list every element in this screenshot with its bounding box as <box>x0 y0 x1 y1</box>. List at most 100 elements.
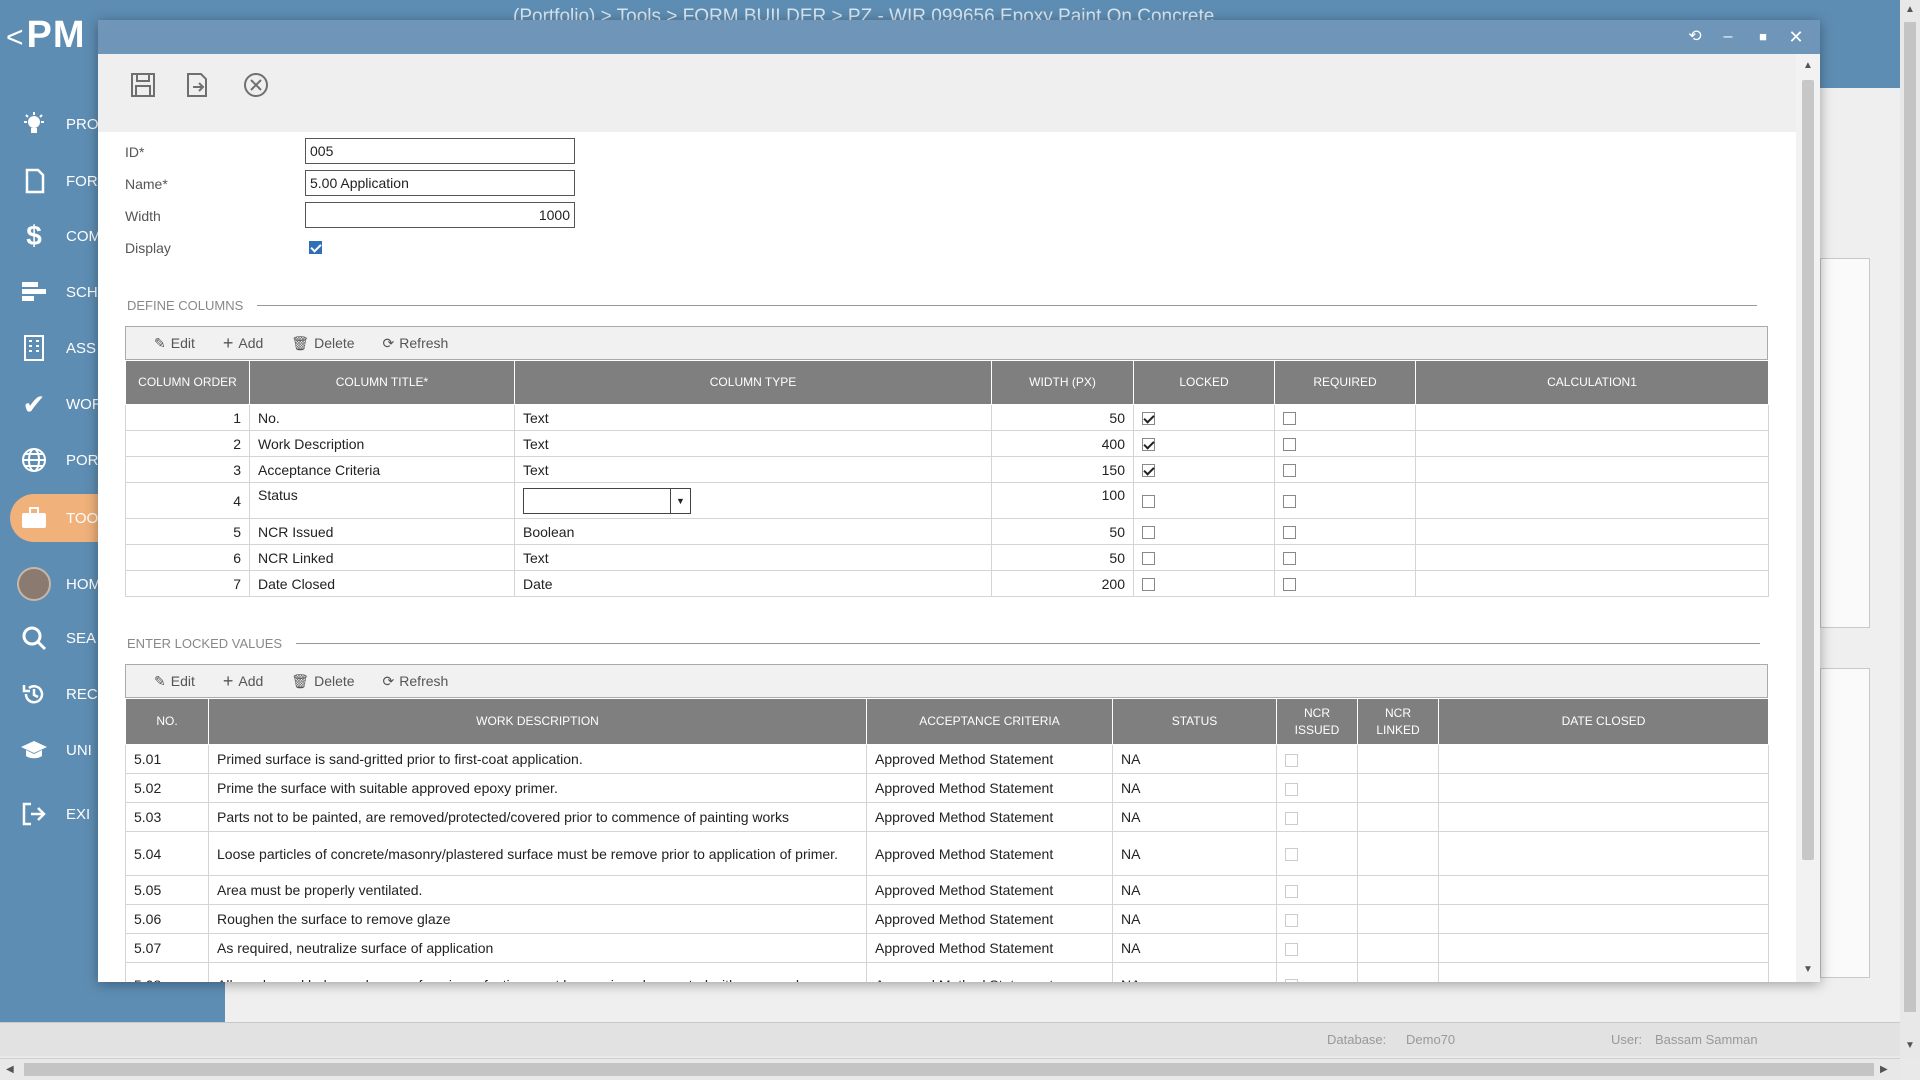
acceptance-criteria-cell[interactable]: Approved Method Statement <box>866 773 1113 803</box>
column-title-cell[interactable]: NCR Linked <box>249 544 515 571</box>
column-order-cell[interactable]: 2 <box>125 430 250 457</box>
calculation-cell[interactable] <box>1415 482 1769 519</box>
maximize-icon[interactable]: ■ <box>1752 26 1774 48</box>
scroll-thumb[interactable] <box>1904 22 1916 1012</box>
ncr-issued-checkbox[interactable] <box>1285 848 1298 862</box>
work-description-cell[interactable]: Prime the surface with suitable approved… <box>208 773 867 803</box>
table-row[interactable]: 5.03 Parts not to be painted, are removed… <box>125 802 1769 832</box>
ncr-issued-cell[interactable] <box>1276 831 1358 876</box>
column-order-cell[interactable]: 6 <box>125 544 250 571</box>
column-order-cell[interactable]: 7 <box>125 570 250 597</box>
date-closed-cell[interactable] <box>1438 962 1769 982</box>
no-cell[interactable]: 5.07 <box>125 933 209 963</box>
date-closed-cell[interactable] <box>1438 904 1769 934</box>
ncr-linked-cell[interactable] <box>1357 904 1439 934</box>
work-description-cell[interactable]: Primed surface is sand-gritted prior to … <box>208 744 867 774</box>
minimize-icon[interactable]: – <box>1717 26 1739 48</box>
table-row[interactable]: 5.06 Roughen the surface to remove glaze A… <box>125 904 1769 934</box>
ncr-issued-cell[interactable] <box>1276 904 1358 934</box>
acceptance-criteria-cell[interactable]: Approved Method Statement <box>866 904 1113 934</box>
ncr-issued-cell[interactable] <box>1276 802 1358 832</box>
date-closed-cell[interactable] <box>1438 875 1769 905</box>
column-header[interactable]: COLUMN TYPE <box>514 360 992 405</box>
scroll-up-icon[interactable]: ▲ <box>1803 60 1813 71</box>
delete-button[interactable]: 🗑 Delete <box>291 335 354 352</box>
ncr-issued-cell[interactable] <box>1276 773 1358 803</box>
required-cell[interactable] <box>1274 404 1416 431</box>
ncr-issued-cell[interactable] <box>1276 933 1358 963</box>
date-closed-cell[interactable] <box>1438 744 1769 774</box>
acceptance-criteria-cell[interactable]: Approved Method Statement <box>866 802 1113 832</box>
column-header[interactable]: NCR ISSUED <box>1276 698 1358 745</box>
acceptance-criteria-cell[interactable]: Approved Method Statement <box>866 875 1113 905</box>
save-and-close-button[interactable] <box>180 68 214 102</box>
required-checkbox[interactable] <box>1283 438 1296 452</box>
table-row[interactable]: 2 Work Description Text 400 <box>125 430 1769 457</box>
width-cell[interactable]: 150 <box>991 456 1134 483</box>
column-type-cell[interactable]: Text <box>514 544 992 571</box>
ncr-issued-checkbox[interactable] <box>1285 753 1298 767</box>
width-cell[interactable]: 200 <box>991 570 1134 597</box>
ncr-issued-cell[interactable] <box>1276 744 1358 774</box>
cancel-button[interactable] <box>239 68 273 102</box>
required-checkbox[interactable] <box>1283 552 1296 566</box>
column-header[interactable]: CALCULATION1 <box>1415 360 1769 405</box>
column-title-cell[interactable]: Work Description <box>249 430 515 457</box>
required-checkbox[interactable] <box>1283 578 1296 592</box>
locked-cell[interactable] <box>1133 404 1275 431</box>
ncr-issued-checkbox[interactable] <box>1285 979 1298 982</box>
chevron-down-icon[interactable]: ▼ <box>670 488 690 513</box>
refresh-button[interactable]: ⟳ Refresh <box>383 335 449 352</box>
column-title-cell[interactable]: Acceptance Criteria <box>249 456 515 483</box>
ncr-linked-cell[interactable] <box>1357 933 1439 963</box>
ncr-issued-checkbox[interactable] <box>1285 913 1298 927</box>
width-cell[interactable]: 50 <box>991 404 1134 431</box>
edit-button[interactable]: ✎ Edit <box>154 335 195 352</box>
no-cell[interactable]: 5.05 <box>125 875 209 905</box>
scroll-thumb[interactable] <box>1802 80 1814 860</box>
no-cell[interactable]: 5.04 <box>125 831 209 876</box>
locked-checkbox[interactable] <box>1142 495 1155 509</box>
status-cell[interactable]: NA <box>1112 744 1277 774</box>
table-row[interactable]: 3 Acceptance Criteria Text 150 <box>125 456 1769 483</box>
refresh-button[interactable]: ⟳ Refresh <box>383 673 449 690</box>
calculation-cell[interactable] <box>1415 570 1769 597</box>
table-row[interactable]: 5.08All cracks and holes and any surface… <box>125 962 1769 982</box>
add-button[interactable]: + Add <box>223 333 263 354</box>
status-cell[interactable]: NA <box>1112 773 1277 803</box>
width-field[interactable] <box>305 202 575 228</box>
column-order-cell[interactable]: 1 <box>125 404 250 431</box>
required-checkbox[interactable] <box>1283 495 1296 509</box>
column-header[interactable]: COLUMN TITLE* <box>249 360 515 405</box>
scroll-down-icon[interactable]: ▼ <box>1803 964 1813 975</box>
locked-cell[interactable] <box>1133 482 1275 519</box>
locked-cell[interactable] <box>1133 430 1275 457</box>
status-cell[interactable]: NA <box>1112 875 1277 905</box>
required-cell[interactable] <box>1274 570 1416 597</box>
scroll-right-icon[interactable]: ▶ <box>1880 1064 1888 1075</box>
vertical-scrollbar[interactable]: ▲ ▼ <box>1900 0 1920 1058</box>
required-cell[interactable] <box>1274 430 1416 457</box>
no-cell[interactable]: 5.01 <box>125 744 209 774</box>
no-cell[interactable]: 5.02 <box>125 773 209 803</box>
scroll-up-icon[interactable]: ▲ <box>1905 4 1915 15</box>
column-type-cell[interactable]: ▼ <box>514 482 992 519</box>
no-cell[interactable]: 5.03 <box>125 802 209 832</box>
table-row[interactable]: 7 Date Closed Date 200 <box>125 570 1769 597</box>
ncr-linked-cell[interactable] <box>1357 831 1439 876</box>
calculation-cell[interactable] <box>1415 456 1769 483</box>
column-header[interactable]: NCR LINKED <box>1357 698 1439 745</box>
ncr-issued-cell[interactable] <box>1276 962 1358 982</box>
column-title-cell[interactable]: NCR Issued <box>249 518 515 545</box>
back-chevron-icon[interactable]: < <box>6 21 25 54</box>
save-button[interactable] <box>126 68 160 102</box>
column-type-cell[interactable]: Text <box>514 456 992 483</box>
column-header[interactable]: REQUIRED <box>1274 360 1416 405</box>
close-icon[interactable]: ✕ <box>1785 26 1807 48</box>
locked-cell[interactable] <box>1133 518 1275 545</box>
column-type-cell[interactable]: Text <box>514 430 992 457</box>
work-description-cell[interactable]: Area must be properly ventilated. <box>208 875 867 905</box>
ncr-linked-cell[interactable] <box>1357 875 1439 905</box>
column-order-cell[interactable]: 3 <box>125 456 250 483</box>
required-checkbox[interactable] <box>1283 412 1296 426</box>
